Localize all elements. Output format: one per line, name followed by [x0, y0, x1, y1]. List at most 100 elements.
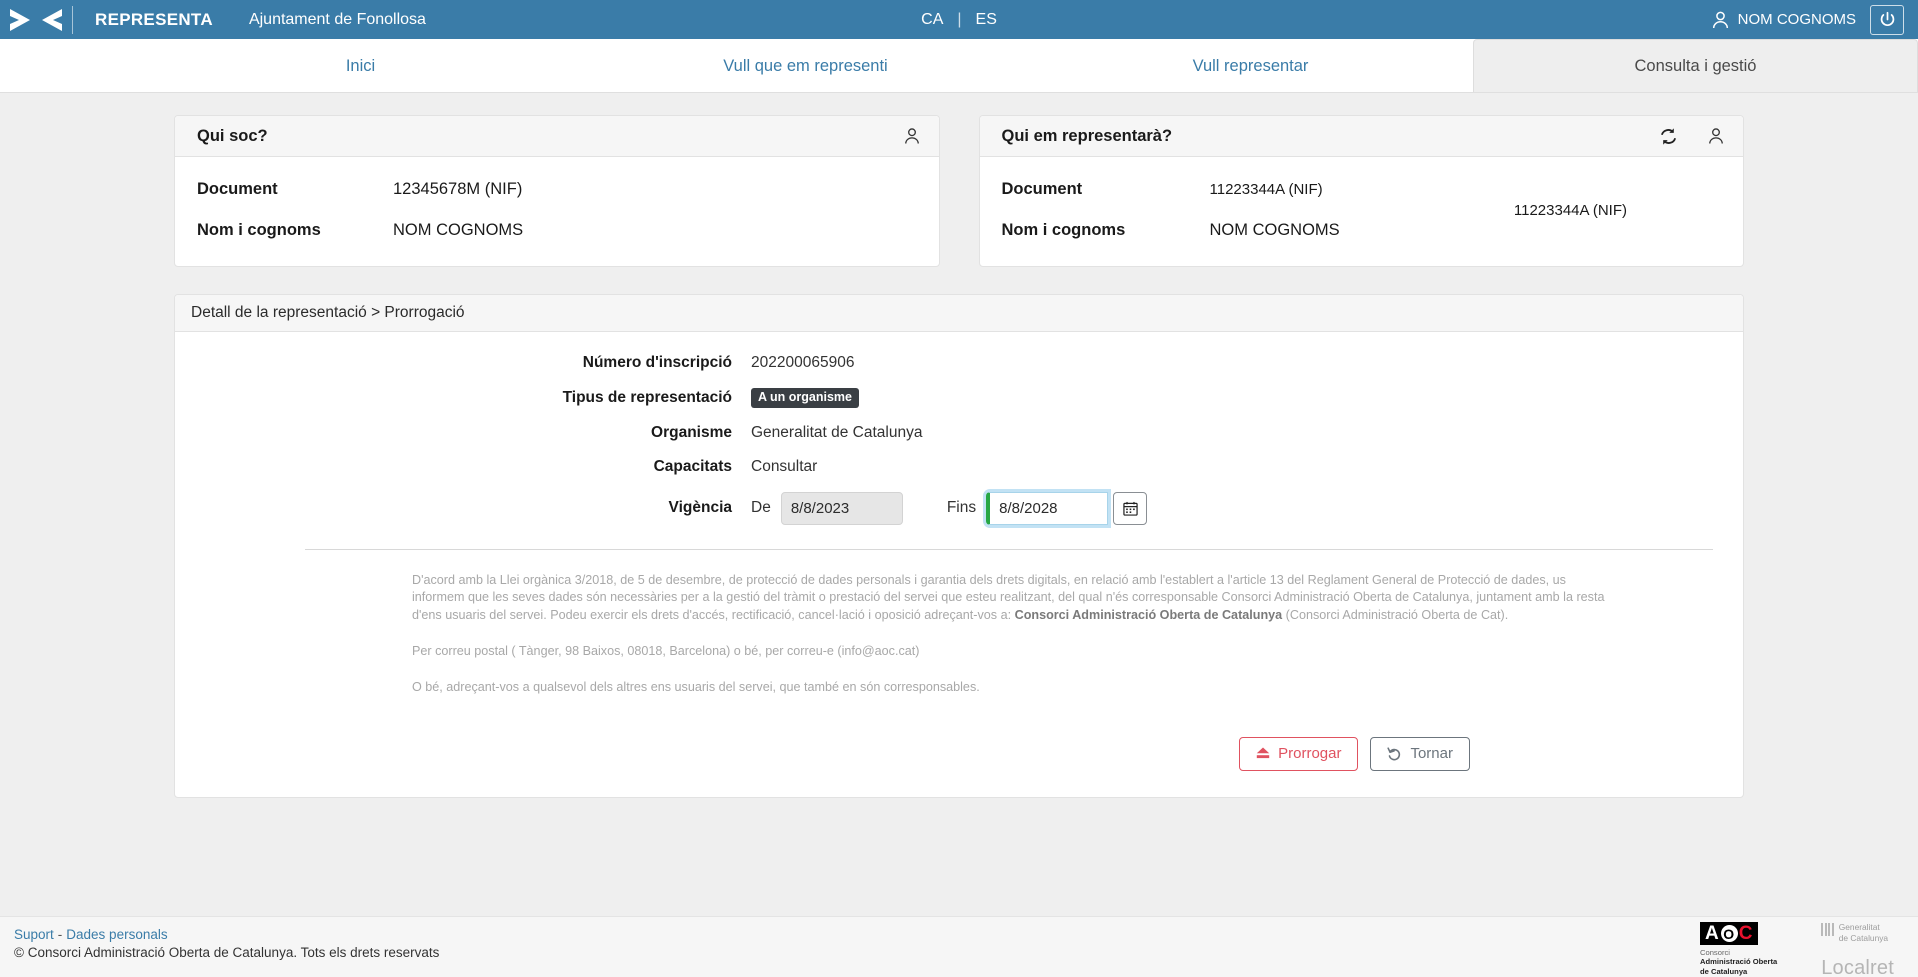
- aoc-logo-text: Consorci Administració Oberta de Catalun…: [1700, 948, 1777, 976]
- field-document-label: Document: [1001, 180, 1083, 198]
- lang-separator: |: [957, 10, 962, 28]
- tab-vull-representar[interactable]: Vull representar: [1028, 39, 1473, 92]
- card-qui-em-representara-body: Document 11223344A (NIF) Nom i cognoms N…: [980, 157, 1744, 266]
- tornar-button[interactable]: Tornar: [1370, 736, 1470, 771]
- footer-link-dades-personals[interactable]: Dades personals: [66, 927, 167, 942]
- validity-from-input: [780, 491, 903, 525]
- label-fins: Fins: [946, 499, 977, 516]
- legal-p1-bold: Consorci Administració Oberta de Catalun…: [1014, 608, 1283, 623]
- partner-logos: Generalitat de Catalunya Localret: [1821, 922, 1894, 977]
- field-nom-cognoms: Nom i cognoms NOM COGNOMS: [1002, 221, 1722, 240]
- value-capacitats: Consultar: [751, 457, 818, 475]
- card-qui-soc-title: Qui soc?: [197, 126, 268, 145]
- footer-links: Suport - Dades personals: [14, 927, 1918, 942]
- brand-divider: [72, 5, 73, 34]
- main-nav-tabs: Inici Vull que em representi Vull repres…: [0, 39, 1918, 93]
- field-document: Document 12345678M (NIF): [197, 180, 917, 199]
- card-qui-soc: Qui soc? Document 12345678M (NIF) Nom i …: [174, 115, 940, 267]
- row-vigencia: Vigència De Fins: [175, 491, 1743, 525]
- lang-es-link[interactable]: ES: [976, 11, 997, 29]
- info-cards-row: Qui soc? Document 12345678M (NIF) Nom i …: [174, 115, 1744, 267]
- top-bar-right: NOM COGNOMS: [1712, 4, 1918, 35]
- representa-arrows-logo[interactable]: [0, 0, 72, 39]
- tab-consulta-i-gestio[interactable]: Consulta i gestió: [1473, 39, 1918, 92]
- field-nom-cognoms-value: NOM COGNOMS: [393, 221, 524, 239]
- localret-logo: Localret: [1821, 956, 1894, 977]
- aoc-letter-c: C: [1738, 923, 1754, 944]
- card-qui-soc-body: Document 12345678M (NIF) Nom i cognoms N…: [175, 157, 939, 266]
- logout-button[interactable]: [1870, 4, 1904, 35]
- legal-p1-part-c: (Consorci Administració Oberta de Cat).: [1282, 608, 1509, 623]
- aoc-text-line1: Consorci: [1700, 948, 1730, 957]
- person-icon: [1712, 11, 1728, 28]
- person-icon-button[interactable]: [904, 127, 920, 145]
- tab-vull-que-em-representi[interactable]: Vull que em representi: [583, 39, 1028, 92]
- field-document-value: 12345678M (NIF): [393, 180, 523, 198]
- generalitat-line2: de Catalunya: [1838, 932, 1889, 943]
- aoc-letter-o: O: [1720, 925, 1738, 942]
- person-icon: [904, 128, 919, 144]
- page-footer: Suport - Dades personals © Consorci Admini…: [0, 916, 1918, 977]
- footer-link-separator: -: [57, 927, 63, 942]
- person-icon: [1709, 128, 1723, 144]
- label-numero-inscripcio: Número d'inscripció: [582, 354, 732, 371]
- lang-ca-link[interactable]: CA: [921, 11, 943, 29]
- row-organisme: Organisme Generalitat de Catalunya: [175, 424, 1743, 442]
- field-nom-cognoms-label: Nom i cognoms: [1001, 221, 1126, 239]
- user-menu[interactable]: NOM COGNOMS: [1712, 11, 1856, 29]
- prorrogar-button[interactable]: Prorrogar: [1239, 736, 1359, 771]
- card-qui-em-representara-header: Qui em representarà?: [979, 116, 1743, 157]
- generalitat-line1: Generalitat: [1838, 922, 1880, 932]
- aoc-text-line2: Administració Oberta: [1700, 957, 1778, 967]
- aoc-text-line3: de Catalunya: [1700, 966, 1748, 976]
- value-organisme: Generalitat de Catalunya: [751, 423, 923, 441]
- row-capacitats: Capacitats Consultar: [175, 458, 1743, 476]
- label-vigencia: Vigència: [668, 499, 732, 516]
- main-content: Qui soc? Document 12345678M (NIF) Nom i …: [0, 93, 1918, 916]
- card-qui-em-representara-title: Qui em representarà?: [1001, 126, 1173, 145]
- detail-panel-body: Número d'inscripció 202200065906 Tipus d…: [175, 332, 1743, 797]
- footer-link-suport[interactable]: Suport: [14, 927, 54, 942]
- aoc-logo-mark: A O C: [1700, 922, 1759, 945]
- calendar-picker-button[interactable]: [1113, 491, 1148, 525]
- field-nom-cognoms: Nom i cognoms NOM COGNOMS: [197, 221, 917, 240]
- generalitat-bars-icon: [1821, 923, 1834, 936]
- language-switcher: CA | ES: [921, 11, 997, 29]
- content-container: Qui soc? Document 12345678M (NIF) Nom i …: [174, 115, 1744, 798]
- row-tipus-representacio: Tipus de representació A un organisme: [175, 388, 1743, 408]
- detail-panel: Detall de la representació > Prorrogació…: [174, 294, 1744, 798]
- legal-paragraph-3: O bé, adreçant-vos a qualsevol dels altr…: [412, 680, 980, 694]
- validity-to-input[interactable]: [986, 491, 1109, 525]
- card-qui-soc-header: Qui soc?: [175, 116, 939, 157]
- footer-logos: A O C Consorci Administració Oberta de C…: [1700, 922, 1894, 977]
- validity-controls: De Fins: [751, 491, 1148, 525]
- field-document-value: 11223344A (NIF): [1209, 181, 1323, 198]
- aoc-letter-a: A: [1705, 923, 1720, 944]
- undo-icon: [1387, 747, 1401, 761]
- eject-icon: [1256, 747, 1270, 759]
- breadcrumb: Detall de la representació > Prorrogació: [175, 295, 1743, 332]
- refresh-icon-button[interactable]: [1659, 127, 1678, 146]
- tornar-button-label: Tornar: [1410, 745, 1453, 763]
- row-numero-inscripcio: Número d'inscripció 202200065906: [175, 354, 1743, 372]
- card-qui-em-representara: Qui em representarà? Document 11223344A …: [978, 115, 1744, 267]
- generalitat-logo: Generalitat de Catalunya: [1821, 922, 1888, 944]
- tab-inici[interactable]: Inici: [138, 39, 583, 92]
- organization-name: Ajuntament de Fonollosa: [248, 10, 426, 28]
- label-organisme: Organisme: [651, 423, 732, 441]
- prorrogar-button-label: Prorrogar: [1278, 745, 1342, 763]
- representative-nif-overlay: 11223344A (NIF): [1513, 202, 1627, 219]
- card-qui-em-representara-header-actions: [1659, 127, 1724, 146]
- field-nom-cognoms-value: NOM COGNOMS: [1209, 221, 1340, 239]
- top-bar: REPRESENTA Ajuntament de Fonollosa CA | …: [0, 0, 1918, 39]
- refresh-icon: [1660, 127, 1677, 145]
- field-document-label: Document: [197, 180, 278, 198]
- calendar-icon: [1122, 501, 1138, 516]
- field-nom-cognoms-label: Nom i cognoms: [197, 221, 321, 239]
- person-icon-button[interactable]: [1708, 127, 1724, 145]
- power-icon: [1880, 11, 1894, 27]
- label-capacitats: Capacitats: [653, 457, 732, 475]
- validity-to-group: [986, 491, 1148, 525]
- label-de: De: [751, 499, 771, 516]
- status-badge: A un organisme: [751, 388, 859, 408]
